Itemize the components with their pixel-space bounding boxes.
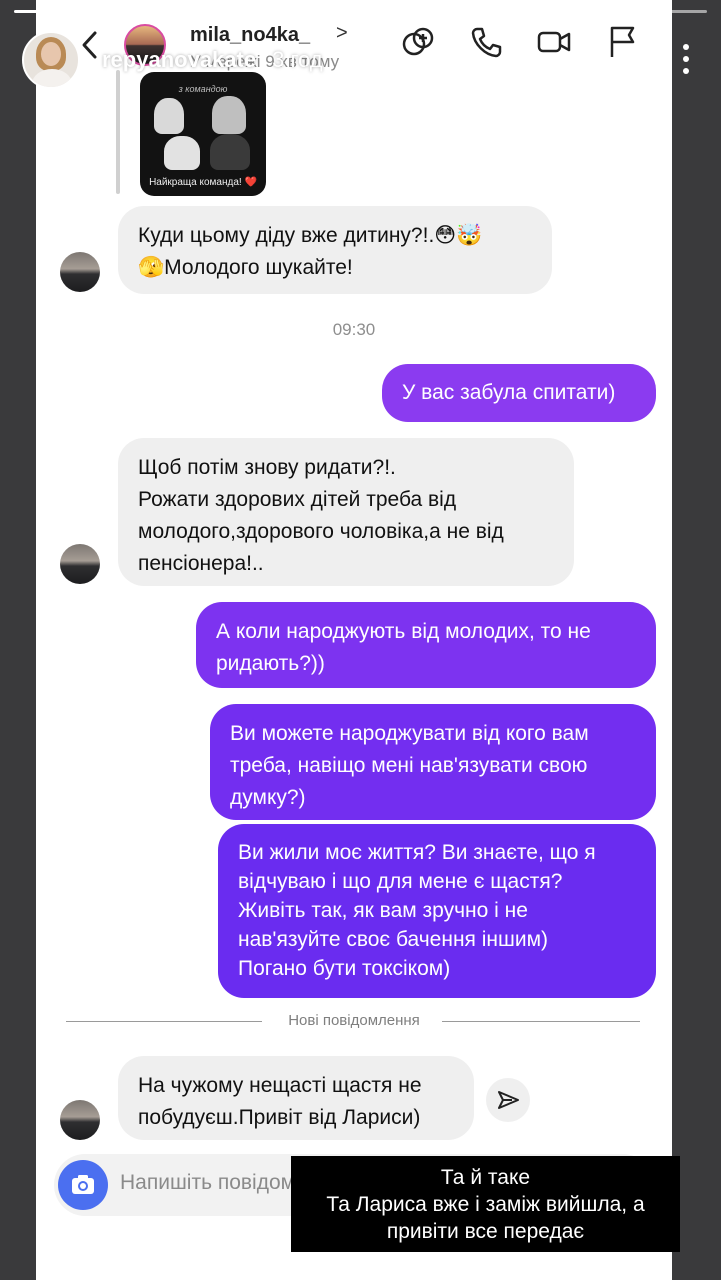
new-messages-divider-right xyxy=(442,1021,640,1022)
story-caption: Та й таке Та Лариса вже і заміж вийшла, … xyxy=(291,1156,680,1252)
message-line: 🫣Молодого шукайте! xyxy=(138,256,353,279)
phone-icon[interactable] xyxy=(468,24,504,60)
story-avatar[interactable] xyxy=(22,31,80,89)
caption-line: привіти все передає xyxy=(386,1220,585,1243)
message-line: пенсіонера!.. xyxy=(138,552,264,575)
message-outgoing[interactable]: У вас забула спитати) xyxy=(382,364,656,422)
more-icon-dot xyxy=(683,44,689,50)
message-line: Живіть так, як вам зручно і не xyxy=(238,899,528,922)
message-line: ридають?)) xyxy=(216,652,325,675)
message-line: відчуваю і що для мене є щастя? xyxy=(238,870,563,893)
video-call-icon[interactable] xyxy=(536,24,572,60)
message-outgoing[interactable]: А коли народжують від молодих, то не рид… xyxy=(196,602,656,688)
caption-line: Та Лариса вже і заміж вийшла, а xyxy=(326,1193,645,1216)
home-indicator xyxy=(240,1260,464,1266)
message-line: треба, навіщо мені нав'язувати свою xyxy=(230,754,588,777)
story-progress-bar xyxy=(362,10,475,13)
camera-button[interactable] xyxy=(58,1160,108,1210)
story-header: repyanovakate 3 год xyxy=(22,30,323,90)
message-line: На чужому нещасті щастя не xyxy=(138,1074,422,1097)
photo-person-2 xyxy=(212,96,246,134)
photo-person-3 xyxy=(164,136,200,170)
message-line: Щоб потім знову ридати?!. xyxy=(138,456,396,479)
story-progress-bar xyxy=(478,10,591,13)
message-line: Погано бути токсіком) xyxy=(238,957,451,980)
share-button[interactable] xyxy=(486,1078,530,1122)
message-line: А коли народжують від молодих, то не xyxy=(216,620,591,643)
more-icon-dot xyxy=(683,68,689,74)
flag-icon[interactable] xyxy=(604,24,640,60)
story-time: 3 год xyxy=(272,47,323,72)
message-line: побудуєш.Привіт від Лариси) xyxy=(138,1106,421,1129)
shared-post-preview[interactable]: з командою Найкраща команда! ❤️ xyxy=(140,72,266,196)
message-line: Ви можете народжувати від кого вам xyxy=(230,722,589,745)
message-incoming[interactable]: Щоб потім знову ридати?!. Рожати здорови… xyxy=(118,438,574,586)
photo-person-4 xyxy=(210,134,250,170)
more-icon[interactable] xyxy=(683,44,691,74)
story-progress-bar xyxy=(14,10,127,13)
sender-avatar[interactable] xyxy=(60,1100,100,1140)
story-username[interactable]: repyanovakate xyxy=(102,47,256,73)
chevron-right-icon[interactable]: > xyxy=(336,22,348,45)
message-line: молодого,здорового чоловіка,а не від xyxy=(138,520,504,543)
story-progress-bar xyxy=(594,10,708,13)
shared-post-caption: Найкраща команда! ❤️ xyxy=(149,177,257,188)
chat-screen: з командою Найкраща команда! ❤️ Куди цьо… xyxy=(36,0,672,1280)
photo-person-1 xyxy=(154,98,184,134)
message-line: У вас забула спитати) xyxy=(402,381,616,404)
timestamp-label: 09:30 xyxy=(332,320,376,339)
story-progress-bar xyxy=(130,10,243,13)
message-outgoing[interactable]: Ви можете народжувати від кого вам треба… xyxy=(210,704,656,820)
camera-icon xyxy=(72,1175,94,1194)
video-effects-icon[interactable] xyxy=(400,24,436,60)
story-progress-bar xyxy=(246,10,359,13)
message-line: Куди цьому діду вже дитину?!.😳🤯 xyxy=(138,224,483,247)
sender-avatar[interactable] xyxy=(60,252,100,292)
message-line: думку?) xyxy=(230,786,306,809)
message-line: Рожати здорових дітей треба від xyxy=(138,488,457,511)
message-incoming[interactable]: На чужому нещасті щастя не побудуєш.Прив… xyxy=(118,1056,474,1140)
story-progress-bars xyxy=(14,10,708,13)
avatar-face xyxy=(41,42,61,66)
sender-avatar[interactable] xyxy=(60,544,100,584)
more-icon-dot xyxy=(683,56,689,62)
message-line: нав'язуйте своє бачення іншим) xyxy=(238,928,549,951)
share-icon xyxy=(498,1091,519,1109)
caption-line: Та й таке xyxy=(440,1166,531,1189)
message-incoming[interactable]: Куди цьому діду вже дитину?!.😳🤯 🫣Молодог… xyxy=(118,206,552,294)
message-outgoing[interactable]: Ви жили моє життя? Ви знаєте, що я відчу… xyxy=(218,824,656,998)
avatar-body xyxy=(32,69,72,87)
message-line: Ви жили моє життя? Ви знаєте, що я xyxy=(238,841,596,864)
